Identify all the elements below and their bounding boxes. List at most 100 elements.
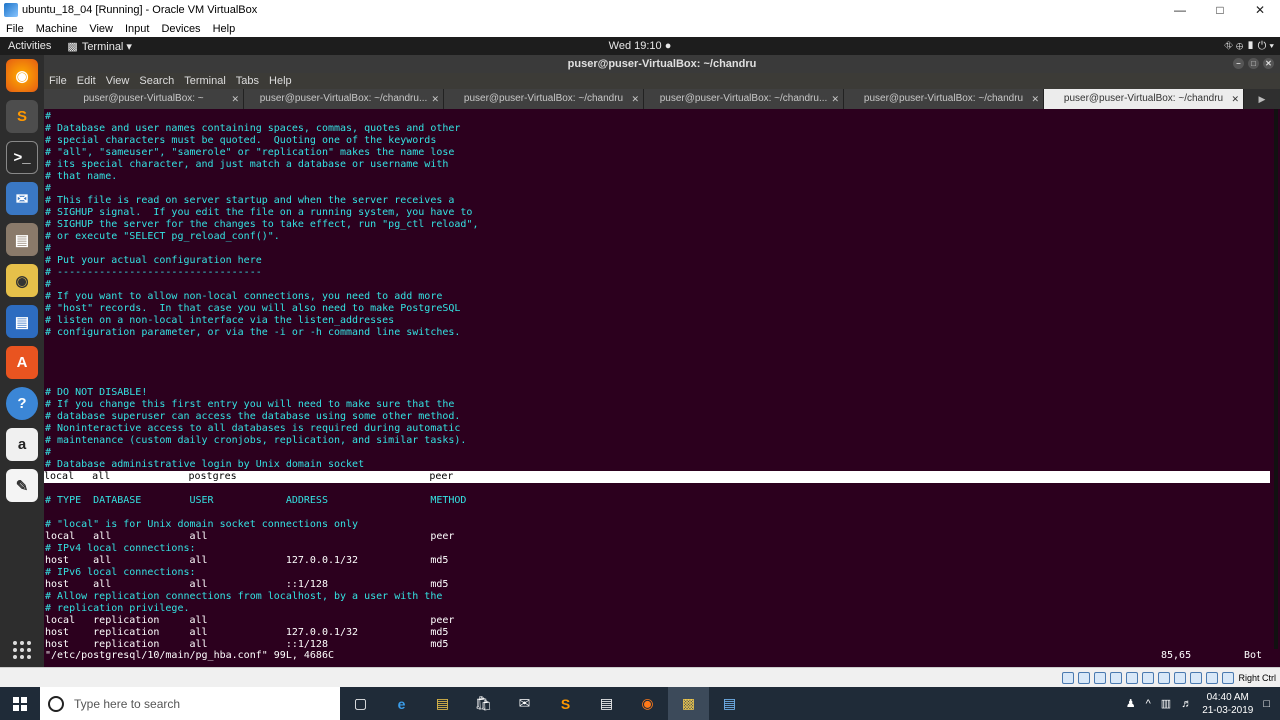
shared-folders-icon[interactable] bbox=[1142, 671, 1155, 684]
display-icon[interactable] bbox=[1158, 671, 1171, 684]
terminal-line: local replication all peer bbox=[45, 615, 455, 626]
terminal-tab[interactable]: puser@puser-VirtualBox: ~/chandru ✕ bbox=[444, 89, 644, 109]
terminal-tab-active[interactable]: puser@puser-VirtualBox: ~/chandru ✕ bbox=[1044, 89, 1244, 109]
sublime-text-icon[interactable]: S bbox=[6, 100, 38, 133]
help-icon[interactable]: ? bbox=[6, 387, 38, 420]
mail-icon[interactable]: ✉ bbox=[504, 687, 545, 720]
terminal-tab[interactable]: puser@puser-VirtualBox: ~/chandru ✕ bbox=[844, 89, 1044, 109]
terminal-line: # ---------------------------------- bbox=[45, 267, 262, 278]
tabs-scroll-icon[interactable]: ▶ bbox=[1244, 89, 1280, 109]
thunderbird-icon[interactable]: ✉ bbox=[6, 182, 38, 215]
terminal-tab[interactable]: puser@puser-VirtualBox: ~/chandru... ✕ bbox=[644, 89, 844, 109]
terminal-line: # Noninteractive access to all databases… bbox=[45, 423, 461, 434]
menu-input[interactable]: Input bbox=[119, 23, 155, 35]
tab-close-icon[interactable]: ✕ bbox=[231, 89, 239, 109]
terminal-app-icon: ▩ bbox=[67, 40, 78, 53]
terminal-close-icon[interactable]: ✕ bbox=[1263, 58, 1274, 69]
volume-icon[interactable]: ♬ bbox=[1181, 698, 1192, 710]
firefox-taskbar-icon[interactable]: ◉ bbox=[627, 687, 668, 720]
keyboard-capture-icon[interactable] bbox=[1222, 671, 1235, 684]
tab-label: puser@puser-VirtualBox: ~ bbox=[83, 93, 204, 104]
tray-chevron-icon[interactable]: ^ bbox=[1146, 698, 1151, 710]
terminal-line: # bbox=[45, 447, 52, 458]
app-taskbar-icon[interactable]: ▤ bbox=[709, 687, 750, 720]
close-button[interactable]: ✕ bbox=[1240, 3, 1280, 17]
term-menu-help[interactable]: Help bbox=[264, 75, 297, 87]
terminal-menubar: File Edit View Search Terminal Tabs Help bbox=[44, 73, 1280, 89]
windows-tray: ♟ ^ ▥ ♬ 04:40 AM 21-03-2019 □ bbox=[1126, 687, 1280, 720]
optical-drive-icon[interactable] bbox=[1078, 671, 1091, 684]
hard-disk-icon[interactable] bbox=[1062, 671, 1075, 684]
start-button[interactable] bbox=[0, 687, 40, 720]
terminal-content[interactable]: "/etc/postgresql/10/main/pg_hba.conf" 99… bbox=[44, 109, 1280, 667]
task-view-icon[interactable]: ▢ bbox=[340, 687, 381, 720]
terminal-tab[interactable]: puser@puser-VirtualBox: ~ ✕ bbox=[44, 89, 244, 109]
people-icon[interactable]: ♟ bbox=[1126, 697, 1136, 710]
gnome-system-tray[interactable]: ⛗ ⊕ ▮ ⏻ ▾ bbox=[1224, 40, 1274, 53]
app-menu[interactable]: ▩ Terminal ▾ bbox=[59, 40, 140, 53]
terminal-minimize-icon[interactable]: – bbox=[1233, 58, 1244, 69]
terminal-maximize-icon[interactable]: □ bbox=[1248, 58, 1259, 69]
notepad-icon[interactable]: ▤ bbox=[586, 687, 627, 720]
taskbar-date: 21-03-2019 bbox=[1202, 704, 1254, 716]
term-menu-edit[interactable]: Edit bbox=[72, 75, 101, 87]
show-applications-icon[interactable] bbox=[11, 639, 33, 661]
software-center-icon[interactable]: A bbox=[6, 346, 38, 379]
usb-icon[interactable] bbox=[1126, 671, 1139, 684]
libreoffice-writer-icon[interactable]: ▤ bbox=[6, 305, 38, 338]
maximize-button[interactable]: □ bbox=[1200, 3, 1240, 17]
sublime-taskbar-icon[interactable]: S bbox=[545, 687, 586, 720]
virtualbox-taskbar-icon[interactable]: ▩ bbox=[668, 687, 709, 720]
amazon-icon[interactable]: a bbox=[6, 428, 38, 461]
edge-icon[interactable]: e bbox=[381, 687, 422, 720]
gnome-clock[interactable]: Wed 19:10 ● bbox=[0, 40, 1280, 52]
terminal-line: # IPv6 local connections: bbox=[45, 567, 196, 578]
files-icon[interactable]: ▤ bbox=[6, 223, 38, 256]
term-menu-file[interactable]: File bbox=[44, 75, 72, 87]
term-menu-terminal[interactable]: Terminal bbox=[179, 75, 231, 87]
taskbar-search-box[interactable]: Type here to search bbox=[40, 687, 340, 720]
menu-file[interactable]: File bbox=[0, 23, 30, 35]
term-menu-view[interactable]: View bbox=[101, 75, 135, 87]
minimize-button[interactable]: — bbox=[1160, 3, 1200, 17]
menu-devices[interactable]: Devices bbox=[155, 23, 206, 35]
network-icon[interactable] bbox=[1110, 671, 1123, 684]
host-key-label: Right Ctrl bbox=[1238, 672, 1276, 683]
tab-close-icon[interactable]: ✕ bbox=[831, 89, 839, 109]
cpu-icon[interactable] bbox=[1190, 671, 1203, 684]
ubuntu-dock: ◉ S >_ ✉ ▤ ◉ ▤ A ? a ✎ bbox=[0, 55, 44, 667]
vim-status-file: "/etc/postgresql/10/main/pg_hba.conf" 99… bbox=[45, 650, 334, 661]
vim-scroll-position: Bot bbox=[1244, 650, 1263, 661]
taskbar-clock[interactable]: 04:40 AM 21-03-2019 bbox=[1202, 691, 1253, 717]
notifications-icon[interactable]: □ bbox=[1263, 698, 1270, 710]
menu-machine[interactable]: Machine bbox=[30, 23, 84, 35]
tab-close-icon[interactable]: ✕ bbox=[631, 89, 639, 109]
menu-help[interactable]: Help bbox=[207, 23, 242, 35]
network-tray-icon[interactable]: ▥ bbox=[1161, 697, 1171, 710]
firefox-icon[interactable]: ◉ bbox=[6, 59, 38, 92]
mouse-integration-icon[interactable] bbox=[1206, 671, 1219, 684]
store-icon[interactable]: 🛍 bbox=[463, 687, 504, 720]
terminal-line: # SIGHUP signal. If you edit the file on… bbox=[45, 207, 473, 218]
terminal-line: # IPv4 local connections: bbox=[45, 543, 196, 554]
activities-button[interactable]: Activities bbox=[0, 40, 59, 52]
terminal-icon[interactable]: >_ bbox=[6, 141, 38, 174]
term-menu-search[interactable]: Search bbox=[134, 75, 179, 87]
terminal-line: # Allow replication connections from loc… bbox=[45, 591, 443, 602]
terminal-line: # DO NOT DISABLE! bbox=[45, 387, 148, 398]
menu-view[interactable]: View bbox=[83, 23, 119, 35]
file-explorer-icon[interactable]: ▤ bbox=[422, 687, 463, 720]
text-editor-icon[interactable]: ✎ bbox=[6, 469, 38, 502]
tab-label: puser@puser-VirtualBox: ~/chandru bbox=[463, 93, 624, 104]
cortana-icon bbox=[48, 695, 64, 712]
rhythmbox-icon[interactable]: ◉ bbox=[6, 264, 38, 297]
terminal-line: # replication privilege. bbox=[45, 603, 190, 614]
video-capture-icon[interactable] bbox=[1174, 671, 1187, 684]
terminal-scrollbar[interactable] bbox=[1274, 109, 1278, 649]
terminal-tab[interactable]: puser@puser-VirtualBox: ~/chandru... ✕ bbox=[244, 89, 444, 109]
tab-close-icon[interactable]: ✕ bbox=[1031, 89, 1039, 109]
audio-icon[interactable] bbox=[1094, 671, 1107, 684]
tab-close-icon[interactable]: ✕ bbox=[431, 89, 439, 109]
term-menu-tabs[interactable]: Tabs bbox=[231, 75, 264, 87]
tab-close-icon[interactable]: ✕ bbox=[1231, 89, 1239, 109]
